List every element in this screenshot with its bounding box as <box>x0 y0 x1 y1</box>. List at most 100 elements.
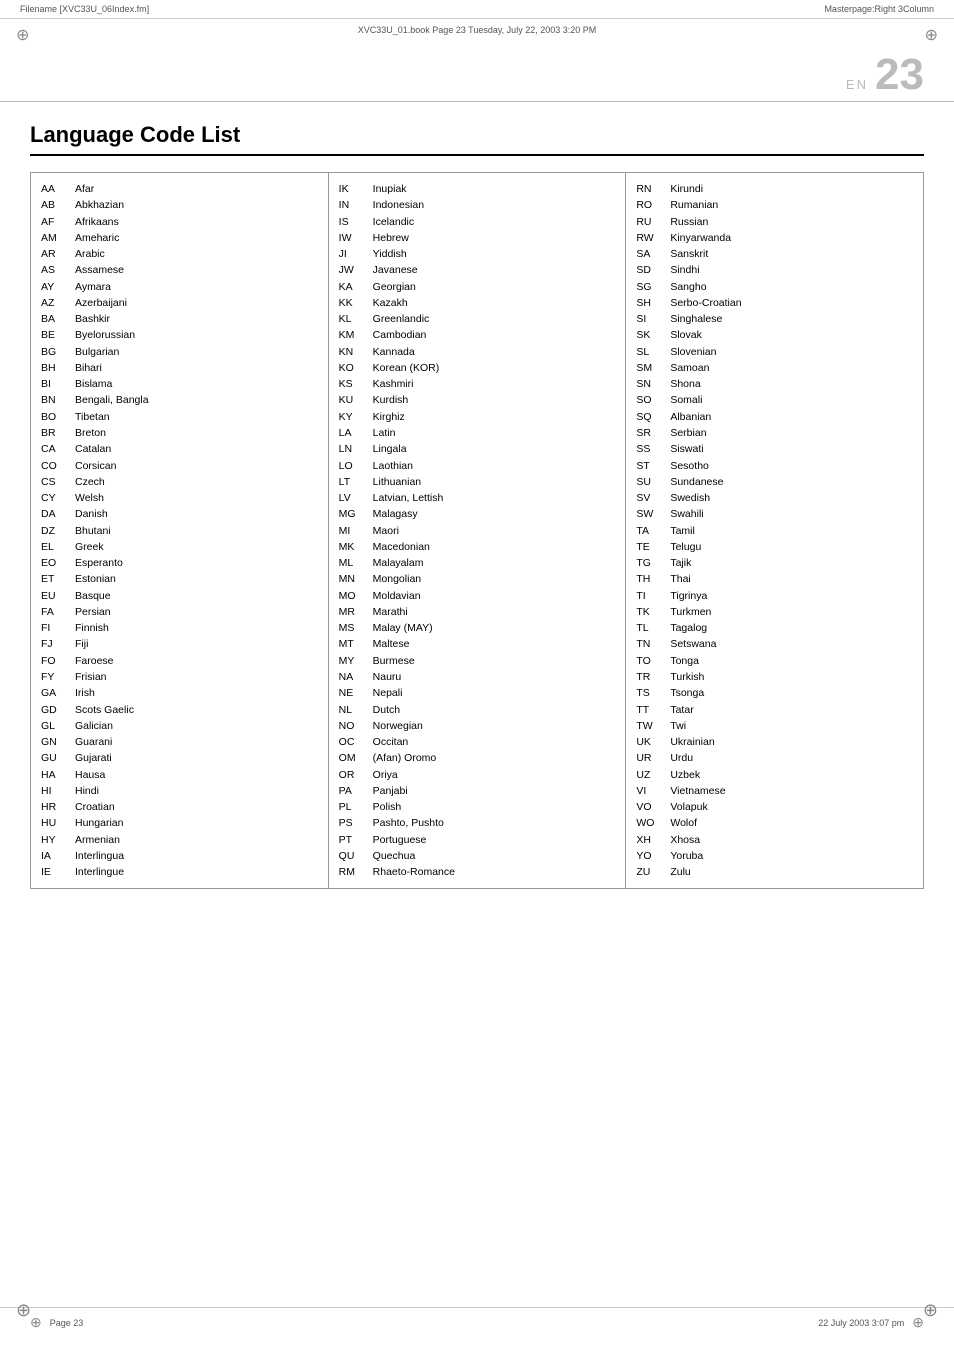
lang-name: Kazakh <box>373 295 408 311</box>
lang-code: BA <box>41 311 69 327</box>
language-table: AAAfarABAbkhazianAFAfrikaansAMAmeharicAR… <box>30 172 924 889</box>
lang-code: BG <box>41 344 69 360</box>
table-row: ZUZulu <box>636 864 913 880</box>
lang-code: MG <box>339 506 367 522</box>
table-row: TITigrinya <box>636 588 913 604</box>
table-row: HRCroatian <box>41 799 318 815</box>
lang-name: Telugu <box>670 539 701 555</box>
table-row: KNKannada <box>339 344 616 360</box>
table-row: BHBihari <box>41 360 318 376</box>
lang-name: Maltese <box>373 636 410 652</box>
lang-code: RW <box>636 230 664 246</box>
lang-code: SQ <box>636 409 664 425</box>
lang-code: MO <box>339 588 367 604</box>
lang-code: SN <box>636 376 664 392</box>
table-row: MKMacedonian <box>339 539 616 555</box>
table-row: ETEstonian <box>41 571 318 587</box>
lang-name: Moldavian <box>373 588 421 604</box>
lang-name: Interlingua <box>75 848 124 864</box>
language-column-1: AAAfarABAbkhazianAFAfrikaansAMAmeharicAR… <box>30 172 329 889</box>
table-row: OCOccitan <box>339 734 616 750</box>
lang-name: Tajik <box>670 555 691 571</box>
lang-name: Greenlandic <box>373 311 430 327</box>
lang-name: Korean (KOR) <box>373 360 440 376</box>
lang-name: Basque <box>75 588 111 604</box>
table-row: BEByelorussian <box>41 327 318 343</box>
lang-code: ML <box>339 555 367 571</box>
lang-code: KA <box>339 279 367 295</box>
lang-name: Singhalese <box>670 311 722 327</box>
table-row: PSPashto, Pushto <box>339 815 616 831</box>
lang-code: TE <box>636 539 664 555</box>
table-row: IAInterlingua <box>41 848 318 864</box>
lang-name: Inupiak <box>373 181 407 197</box>
book-info-row: ⊕ XVC33U_01.book Page 23 Tuesday, July 2… <box>0 19 954 51</box>
lang-code: CA <box>41 441 69 457</box>
lang-name: Twi <box>670 718 686 734</box>
table-row: SSSiswati <box>636 441 913 457</box>
top-bar: Filename [XVC33U_06Index.fm] Masterpage:… <box>0 0 954 19</box>
table-row: MYBurmese <box>339 653 616 669</box>
lang-code: HU <box>41 815 69 831</box>
lang-code: TI <box>636 588 664 604</box>
lang-code: SK <box>636 327 664 343</box>
lang-code: KU <box>339 392 367 408</box>
lang-name: Bislama <box>75 376 112 392</box>
page-footer: ⊕ Page 23 22 July 2003 3:07 pm ⊕ <box>0 1307 954 1331</box>
lang-name: Cambodian <box>373 327 427 343</box>
lang-name: Assamese <box>75 262 124 278</box>
lang-code: AY <box>41 279 69 295</box>
lang-code: JW <box>339 262 367 278</box>
table-row: TRTurkish <box>636 669 913 685</box>
table-row: AMAmeharic <box>41 230 318 246</box>
lang-name: Norwegian <box>373 718 423 734</box>
lang-code: SO <box>636 392 664 408</box>
lang-name: Persian <box>75 604 111 620</box>
lang-code: MY <box>339 653 367 669</box>
lang-code: EU <box>41 588 69 604</box>
lang-code: UK <box>636 734 664 750</box>
lang-code: FA <box>41 604 69 620</box>
lang-code: MI <box>339 523 367 539</box>
table-row: MRMarathi <box>339 604 616 620</box>
lang-name: Panjabi <box>373 783 408 799</box>
lang-name: Ameharic <box>75 230 119 246</box>
lang-code: FO <box>41 653 69 669</box>
table-row: KMCambodian <box>339 327 616 343</box>
lang-name: Serbian <box>670 425 706 441</box>
table-row: RMRhaeto-Romance <box>339 864 616 880</box>
lang-code: OR <box>339 767 367 783</box>
table-row: TGTajik <box>636 555 913 571</box>
lang-code: GN <box>41 734 69 750</box>
table-row: RWKinyarwanda <box>636 230 913 246</box>
lang-name: Kannada <box>373 344 415 360</box>
lang-code: DA <box>41 506 69 522</box>
table-row: GNGuarani <box>41 734 318 750</box>
lang-code: SR <box>636 425 664 441</box>
lang-name: Urdu <box>670 750 693 766</box>
lang-name: Malay (MAY) <box>373 620 433 636</box>
table-row: LNLingala <box>339 441 616 457</box>
lang-code: IE <box>41 864 69 880</box>
lang-name: Macedonian <box>373 539 430 555</box>
lang-code: KK <box>339 295 367 311</box>
table-row: HIHindi <box>41 783 318 799</box>
lang-code: LT <box>339 474 367 490</box>
lang-name: Catalan <box>75 441 111 457</box>
lang-code: NO <box>339 718 367 734</box>
lang-code: JI <box>339 246 367 262</box>
corner-mark-right: ⊕ <box>925 25 938 45</box>
table-row: YOYoruba <box>636 848 913 864</box>
table-row: SMSamoan <box>636 360 913 376</box>
lang-name: Rumanian <box>670 197 718 213</box>
table-row: HYArmenian <box>41 832 318 848</box>
table-row: ELGreek <box>41 539 318 555</box>
table-row: MIMaori <box>339 523 616 539</box>
lang-name: Bihari <box>75 360 102 376</box>
masterpage-label: Masterpage:Right 3Column <box>824 4 934 14</box>
table-row: XHXhosa <box>636 832 913 848</box>
lang-name: Albanian <box>670 409 711 425</box>
lang-name: Siswati <box>670 441 703 457</box>
table-row: OROriya <box>339 767 616 783</box>
lang-code: MR <box>339 604 367 620</box>
